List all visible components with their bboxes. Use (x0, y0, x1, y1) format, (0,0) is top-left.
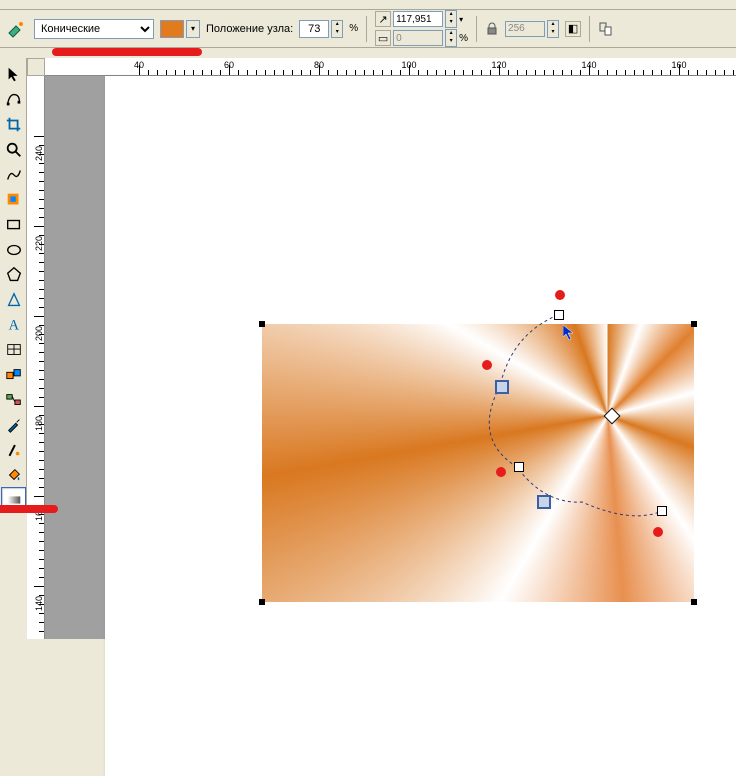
pick-tool[interactable] (1, 62, 26, 87)
svg-text:A: A (8, 317, 19, 333)
selected-object[interactable] (262, 324, 694, 602)
node-position-input[interactable] (299, 20, 329, 38)
percent-label: % (349, 23, 358, 34)
steps-spinner[interactable]: ▴▾ (547, 20, 559, 38)
crop-tool[interactable] (1, 112, 26, 137)
angle-input[interactable] (393, 11, 443, 27)
connector-tool[interactable] (1, 387, 26, 412)
steps-input (505, 21, 545, 37)
gradient-node[interactable] (514, 462, 524, 472)
eyedropper-tool[interactable] (1, 412, 26, 437)
conical-gradient-fill (262, 324, 694, 602)
shape-tool[interactable] (1, 87, 26, 112)
interactive-fill-icon (4, 17, 28, 41)
zoom-tool[interactable] (1, 137, 26, 162)
gradient-node-selected[interactable] (537, 495, 551, 509)
selection-handle-tl[interactable] (259, 321, 265, 327)
copy-props-icon[interactable] (598, 21, 614, 37)
annotation-dot (653, 527, 663, 537)
pad-icon: ▭ (375, 30, 391, 46)
node-position-spinner[interactable]: ▴▾ (331, 20, 343, 38)
text-tool[interactable]: A (1, 312, 26, 337)
gradient-start-node[interactable] (657, 506, 667, 516)
ruler-horizontal[interactable]: 406080100120140160 (45, 58, 736, 76)
extra-icon-1[interactable]: ◧ (565, 21, 581, 37)
annotation-dot (496, 467, 506, 477)
smart-fill-tool[interactable] (1, 187, 26, 212)
annotation-dot (482, 360, 492, 370)
property-bar: Конические ▾ Положение узла: ▴▾ % ↗ ▴▾ ▾… (0, 10, 736, 48)
fill-type-select[interactable]: Конические (34, 19, 154, 39)
gradient-end-node[interactable] (554, 310, 564, 320)
fill-tool[interactable] (1, 462, 26, 487)
polygon-tool[interactable] (1, 262, 26, 287)
gradient-node-selected[interactable] (495, 380, 509, 394)
angle-spinner[interactable]: ▴▾ (445, 10, 457, 28)
angle-icon: ↗ (375, 11, 391, 27)
pad-input (393, 30, 443, 46)
dimension-tool[interactable] (1, 362, 26, 387)
annotation-mark-2 (0, 505, 58, 513)
freehand-tool[interactable] (1, 162, 26, 187)
selection-handle-bl[interactable] (259, 599, 265, 605)
selection-handle-br[interactable] (691, 599, 697, 605)
outline-tool[interactable] (1, 437, 26, 462)
fill-color-dropdown[interactable]: ▾ (186, 20, 200, 38)
selection-handle-tr[interactable] (691, 321, 697, 327)
basic-shapes-tool[interactable] (1, 287, 26, 312)
rectangle-tool[interactable] (1, 212, 26, 237)
lock-icon[interactable] (485, 22, 499, 36)
ruler-corner[interactable] (27, 58, 45, 76)
cursor-icon (563, 325, 577, 344)
ellipse-tool[interactable] (1, 237, 26, 262)
fill-color-swatch[interactable] (160, 20, 184, 38)
node-position-label: Положение узла: (206, 23, 293, 35)
ruler-vertical[interactable]: 240220200180160140120 (27, 76, 45, 639)
table-tool[interactable] (1, 337, 26, 362)
pad-spinner[interactable]: ▴▾ (445, 29, 457, 47)
annotation-dot (555, 290, 565, 300)
toolbox: A (0, 58, 27, 512)
degree-flyout-icon[interactable]: ▾ (459, 15, 463, 24)
